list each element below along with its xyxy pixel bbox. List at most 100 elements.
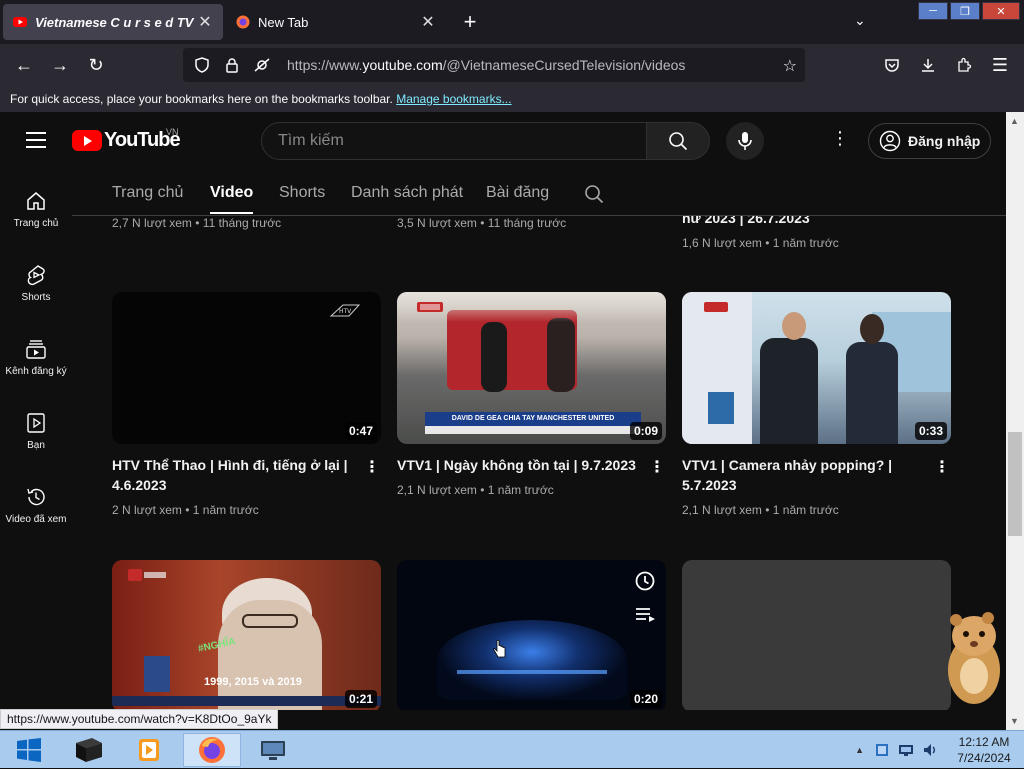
reload-icon[interactable]: ↻ [84,53,108,77]
video-thumbnail-placeholder[interactable] [682,560,951,710]
tab-posts[interactable]: Bài đăng [486,184,549,202]
link-status-url: https://www.youtube.com/watch?v=K8DtOo_9… [0,709,279,729]
permissions-icon[interactable] [253,56,271,74]
network-icon[interactable] [898,742,914,758]
tab-shorts[interactable]: Shorts [279,184,325,202]
video-more-icon[interactable]: ⋮ [649,457,665,477]
show-hidden-icons-icon[interactable]: ▲ [855,745,864,755]
shield-icon[interactable] [193,56,211,74]
channel-search-icon[interactable] [584,184,604,204]
youtube-favicon-icon [13,17,27,27]
guide-item-home[interactable]: Trang chủ [0,190,72,229]
monitor-icon [261,741,285,760]
taskbar-app-media-player[interactable] [120,733,178,767]
guide-item-you[interactable]: Bạn [0,412,72,451]
video-thumbnail[interactable]: DAVID DE GEA CHIA TAY MANCHESTER UNITED … [397,292,666,444]
scroll-down-arrow-icon[interactable]: ▼ [1010,716,1019,726]
manage-bookmarks-link[interactable]: Manage bookmarks... [396,92,511,106]
app-menu-icon[interactable]: ☰ [988,53,1012,77]
settings-more-icon[interactable]: ⋮ [830,128,850,154]
firefox-icon [199,737,225,763]
tab-home[interactable]: Trang chủ [112,184,183,202]
sign-in-button[interactable]: Đăng nhập [868,123,991,159]
new-tab-plus-icon[interactable]: + [458,9,482,34]
start-button[interactable] [0,733,58,767]
tab-title: Vietnamese C u r s e d TV - Yo [35,14,197,30]
mini-guide: Trang chủ Shorts Kênh đăng ký Bạn Video … [0,170,72,710]
taskbar-app-display[interactable] [244,733,302,767]
search-input[interactable]: Tìm kiếm [261,122,647,160]
action-center-flag-icon[interactable] [874,742,890,758]
add-to-queue-icon[interactable] [634,606,656,622]
video-meta: 2 N lượt xem • 1 năm trước [112,503,259,517]
taskbar-clock[interactable]: 12:12 AM 7/24/2024 [944,734,1024,766]
youtube-logo[interactable]: YouTube VN [72,127,181,152]
thumb-shape [860,314,884,344]
svg-text:HTV: HTV [339,308,352,315]
guide-item-subscriptions[interactable]: Kênh đăng ký [0,338,72,377]
guide-label: Video đã xem [5,514,67,525]
vtv1-logo-icon [417,302,443,312]
close-tab-icon[interactable]: ✕ [420,14,436,31]
tab-videos[interactable]: Video [210,184,254,214]
watch-later-icon[interactable] [634,570,656,592]
taskbar-app-firefox[interactable] [183,733,241,767]
video-thumbnail[interactable]: #NGHĨA 1999, 2015 và 2019 0:21 [112,560,381,710]
firefox-favicon-icon [236,15,250,29]
restore-icon[interactable]: ❐ [950,2,980,20]
video-title[interactable]: HTV Thể Thao | Hình đi, tiếng ở lại | 4.… [112,455,352,495]
url-path: /@VietnameseCursedTelevision/videos [442,57,686,73]
tab-new-tab[interactable]: New Tab ✕ [226,4,446,40]
forward-arrow-icon[interactable]: → [48,53,72,77]
guide-menu-icon[interactable] [26,132,46,148]
video-thumbnail[interactable]: 0:33 [682,292,951,444]
close-window-icon[interactable]: ✕ [982,2,1020,20]
search-button[interactable] [646,122,710,160]
minimize-icon[interactable]: ─ [918,2,948,20]
guide-label: Shorts [21,292,51,303]
hamster-sticker-icon [948,612,1000,704]
search-icon [669,132,688,151]
url-bar[interactable]: https://www.youtube.com/@VietnameseCurse… [183,48,805,82]
guide-label: Trang chủ [13,218,59,229]
youtube-play-icon [72,130,102,151]
extensions-icon[interactable] [952,53,976,77]
pocket-icon[interactable] [880,53,904,77]
you-icon [27,413,45,433]
downloads-icon[interactable] [916,53,940,77]
list-all-tabs-chevron-icon[interactable]: ⌄ [854,12,866,29]
bookmark-star-icon[interactable]: ☆ [783,56,797,76]
taskbar-app-terminal[interactable] [60,733,118,767]
video-duration: 0:20 [629,690,662,708]
history-icon [27,488,45,506]
video-more-icon[interactable]: ⋮ [364,457,380,477]
video-more-icon[interactable]: ⋮ [934,457,950,477]
volume-icon[interactable] [922,742,938,758]
video-title[interactable]: VTV1 | Ngày không tồn tại | 9.7.2023 [397,455,637,475]
lock-icon[interactable] [223,56,241,74]
scrollbar-thumb[interactable] [1008,432,1022,536]
tab-vietnamese-cursed-tv[interactable]: Vietnamese C u r s e d TV - Yo ✕ [3,4,223,40]
thumb-shape [782,312,806,340]
voice-search-button[interactable] [726,122,764,160]
back-arrow-icon[interactable]: ← [12,53,36,77]
page-scrollbar[interactable]: ▲ ▼ [1006,112,1024,730]
video-thumbnail[interactable]: 0:20 [397,560,666,710]
thumb-caption: DAVID DE GEA CHIA TAY MANCHESTER UNITED [425,412,641,426]
url-text: https://www.youtube.com/@VietnameseCurse… [287,57,685,73]
shorts-icon [27,265,45,286]
browser-tabbar: Vietnamese C u r s e d TV - Yo ✕ New Tab… [0,0,1024,44]
tab-playlists[interactable]: Danh sách phát [351,184,463,202]
thumb-shape [242,614,298,628]
guide-item-shorts[interactable]: Shorts [0,264,72,303]
thumb-shape [425,426,641,434]
url-domain: youtube.com [362,57,443,73]
video-thumbnail[interactable]: HTV 0:47 [112,292,381,444]
guide-item-history[interactable]: Video đã xem [0,486,72,525]
guide-label: Kênh đăng ký [5,366,67,377]
video-title[interactable]: VTV1 | Camera nhảy popping? | 5.7.2023 [682,455,922,495]
scroll-up-arrow-icon[interactable]: ▲ [1010,116,1019,126]
close-tab-icon[interactable]: ✕ [197,14,213,31]
channel-content: 2,7 N lượt xem • 11 tháng trước 3,5 N lư… [72,170,1006,710]
bookmarks-hint: For quick access, place your bookmarks h… [10,92,393,106]
